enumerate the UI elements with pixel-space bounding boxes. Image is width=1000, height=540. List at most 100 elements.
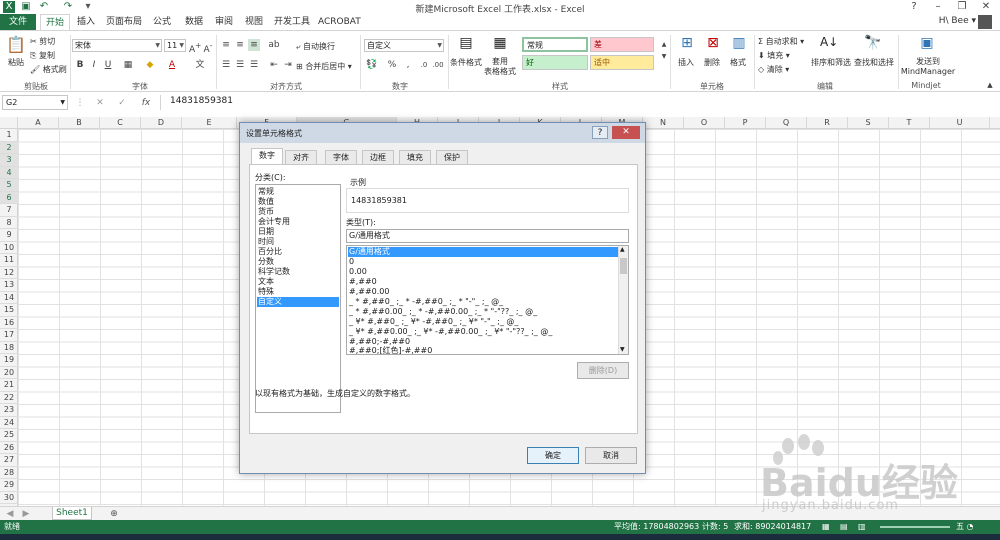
normal-view-icon[interactable]: ▦ (822, 520, 830, 534)
row-header[interactable]: 22 (0, 392, 18, 404)
row-header[interactable]: 26 (0, 442, 18, 454)
row-header[interactable]: 21 (0, 379, 18, 392)
shrink-font-icon[interactable]: A- (202, 40, 214, 55)
autosum-button[interactable]: Σ 自动求和 ▾ (758, 36, 804, 47)
redo-icon[interactable]: ↷ (62, 1, 74, 13)
column-header[interactable]: T (889, 117, 930, 129)
sort-filter-button[interactable]: 排序和筛选 (810, 57, 852, 68)
tab-page-layout[interactable]: 页面布局 (104, 14, 144, 30)
avatar[interactable] (978, 15, 992, 29)
close-button[interactable]: ✕ (974, 0, 998, 14)
row-header[interactable]: 30 (0, 492, 18, 504)
format-code-item[interactable]: _ * #,##0.00_ ;_ * -#,##0.00_ ;_ * "-"??… (348, 307, 618, 317)
format-code-item[interactable]: 0.00 (348, 267, 618, 277)
column-header[interactable]: N (643, 117, 684, 129)
sheet-tab[interactable]: Sheet1 (52, 507, 92, 520)
category-item-selected[interactable]: 自定义 (257, 297, 339, 307)
number-format-combo[interactable]: 自定义 ▼ (364, 39, 444, 52)
page-layout-view-icon[interactable]: ▤ (840, 520, 848, 534)
delete-format-button[interactable]: 删除(D) (577, 362, 629, 379)
format-list-scrollbar[interactable]: ▲ ▼ (618, 246, 628, 354)
column-header[interactable]: C (100, 117, 141, 129)
dialog-tab-font[interactable]: 字体 (325, 150, 357, 164)
tab-acrobat[interactable]: ACROBAT (318, 14, 361, 30)
save-icon[interactable]: ▣ (20, 1, 32, 13)
decrease-decimal-icon[interactable]: .00 (432, 59, 444, 71)
dialog-tab-alignment[interactable]: 对齐 (285, 150, 317, 164)
zoom-slider[interactable] (880, 526, 950, 528)
formula-value[interactable]: 14831859381 (170, 96, 233, 106)
row-header[interactable]: 9 (0, 229, 18, 242)
format-code-item[interactable]: #,##0 (348, 277, 618, 287)
format-code-item[interactable]: 0 (348, 257, 618, 267)
column-header[interactable]: P (725, 117, 766, 129)
scroll-up-icon[interactable]: ▲ (620, 246, 625, 253)
row-header[interactable]: 28 (0, 467, 18, 479)
minimize-button[interactable]: – (926, 0, 950, 14)
prev-sheet-icon[interactable]: ◀ (4, 508, 16, 520)
tab-developer[interactable]: 开发工具 (272, 14, 312, 30)
category-list[interactable]: 常规 数值 货币 会计专用 日期 时间 百分比 分数 科学记数 文本 特殊 自定… (255, 184, 341, 413)
row-header[interactable]: 14 (0, 292, 18, 304)
dialog-tab-border[interactable]: 边框 (362, 150, 394, 164)
dialog-tab-fill[interactable]: 填充 (399, 150, 431, 164)
find-select-button[interactable]: 查找和选择 (852, 57, 896, 68)
column-header[interactable]: U (930, 117, 990, 129)
delete-cells-button[interactable]: 删除 (700, 57, 724, 68)
italic-icon[interactable]: I (88, 59, 100, 71)
type-input[interactable]: G/通用格式 (346, 229, 629, 243)
phonetic-icon[interactable]: 文 (194, 59, 206, 71)
fill-color-icon[interactable]: ◆ (144, 59, 156, 71)
align-center-icon[interactable]: ☰ (234, 59, 246, 71)
name-box[interactable]: G2 ▼ (2, 95, 68, 110)
tab-data[interactable]: 数据 (182, 14, 206, 30)
category-item[interactable]: 百分比 (257, 247, 339, 257)
row-header[interactable]: 4 (0, 166, 18, 179)
percent-icon[interactable]: % (386, 59, 398, 71)
column-header[interactable]: E (182, 117, 237, 129)
column-header[interactable]: O (684, 117, 725, 129)
collapse-ribbon-icon[interactable]: ▲ (984, 79, 996, 91)
style-good[interactable]: 好 (522, 55, 588, 70)
font-size-combo[interactable]: 11 ▼ (164, 39, 186, 52)
add-sheet-icon[interactable]: ⊕ (108, 508, 120, 520)
format-as-table-button[interactable]: 套用 表格格式 (482, 57, 518, 77)
dialog-tab-number[interactable]: 数字 (251, 148, 283, 165)
format-code-item-selected[interactable]: G/通用格式 (348, 247, 618, 257)
format-code-item[interactable]: _ ¥* #,##0.00_ ;_ ¥* -#,##0.00_ ;_ ¥* "-… (348, 327, 618, 337)
column-header[interactable]: Q (766, 117, 807, 129)
row-header[interactable]: 27 (0, 454, 18, 467)
row-header[interactable]: 1 (0, 129, 18, 142)
tab-formulas[interactable]: 公式 (150, 14, 174, 30)
style-bad[interactable]: 差 (590, 37, 654, 52)
cancel-button[interactable]: 取消 (585, 447, 637, 464)
row-header[interactable]: 18 (0, 342, 18, 354)
insert-function-icon[interactable]: fx (140, 97, 152, 109)
category-item[interactable]: 文本 (257, 277, 339, 287)
category-item[interactable]: 货币 (257, 207, 339, 217)
accounting-icon[interactable]: 💱 (366, 59, 378, 71)
align-top-icon[interactable]: ≡ (220, 39, 232, 51)
format-code-item[interactable]: _ ¥* #,##0_ ;_ ¥* -#,##0_ ;_ ¥* "-"_ ;_ … (348, 317, 618, 327)
column-header[interactable]: B (59, 117, 100, 129)
orientation-icon[interactable]: ab (268, 39, 280, 51)
customize-qat-icon[interactable]: ▾ (82, 1, 94, 13)
category-item[interactable]: 会计专用 (257, 217, 339, 227)
tab-insert[interactable]: 插入 (74, 14, 98, 30)
paste-button[interactable]: 粘贴 (4, 57, 28, 68)
help-icon[interactable]: ? (902, 0, 926, 14)
row-header[interactable]: 25 (0, 429, 18, 442)
increase-decimal-icon[interactable]: .0 (418, 59, 430, 71)
row-header[interactable]: 20 (0, 367, 18, 379)
cancel-entry-icon[interactable]: ✕ (94, 97, 106, 109)
format-code-item[interactable]: #,##0.00 (348, 287, 618, 297)
decrease-indent-icon[interactable]: ⇤ (268, 59, 280, 71)
row-header[interactable]: 23 (0, 404, 18, 417)
format-cells-button[interactable]: 格式 (726, 57, 750, 68)
column-header[interactable]: D (141, 117, 182, 129)
bold-icon[interactable]: B (74, 59, 86, 71)
row-header[interactable]: 17 (0, 329, 18, 342)
send-to-mindmanager-button[interactable]: 发送到 MindManager (900, 57, 956, 77)
clear-button[interactable]: ◇ 清除 ▾ (758, 64, 789, 75)
align-bottom-icon[interactable]: ≡ (248, 39, 260, 51)
